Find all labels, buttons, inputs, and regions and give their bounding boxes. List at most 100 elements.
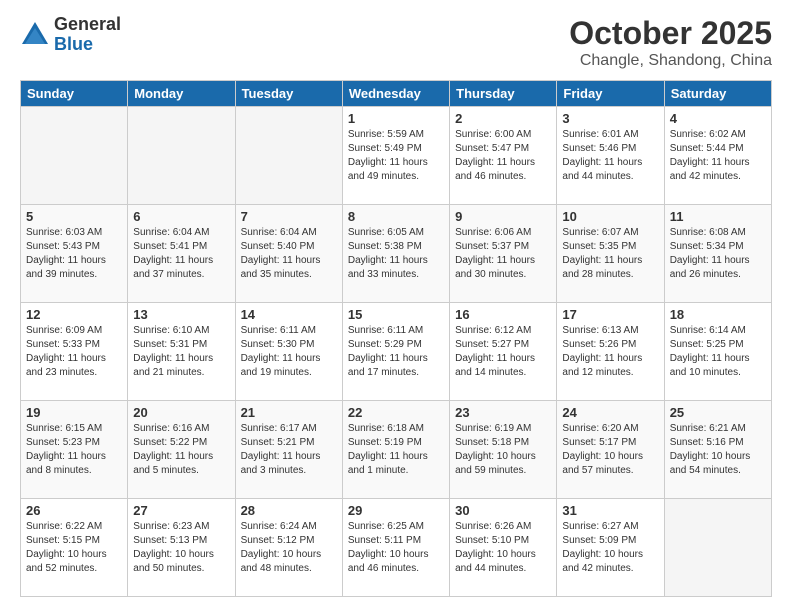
- logo: General Blue: [20, 15, 121, 55]
- calendar-day-cell: 20Sunrise: 6:16 AM Sunset: 5:22 PM Dayli…: [128, 401, 235, 499]
- day-number: 16: [455, 307, 551, 322]
- weekday-header-cell: Saturday: [664, 81, 771, 107]
- weekday-header-cell: Friday: [557, 81, 664, 107]
- day-number: 4: [670, 111, 766, 126]
- day-number: 25: [670, 405, 766, 420]
- page: General Blue October 2025 Changle, Shand…: [0, 0, 792, 612]
- day-info: Sunrise: 6:17 AM Sunset: 5:21 PM Dayligh…: [241, 422, 337, 478]
- weekday-header-cell: Monday: [128, 81, 235, 107]
- calendar-week-row: 26 Sunrise: 6:22 AM Sunset: 5:15 PM Dayli…: [21, 499, 772, 597]
- calendar-day-cell: 10Sunrise: 6:07 AM Sunset: 5:35 PM Dayli…: [557, 205, 664, 303]
- day-info: Sunrise: 6:06 AM Sunset: 5:37 PM Dayligh…: [455, 226, 551, 282]
- day-info: Sunrise: 6:22 AM Sunset: 5:15 PM Dayligh…: [26, 520, 122, 576]
- day-number: 9: [455, 209, 551, 224]
- day-number: 12: [26, 307, 122, 322]
- calendar-day-cell: 4 Sunrise: 6:02 AM Sunset: 5:44 PM Daylig…: [664, 107, 771, 205]
- weekday-header-cell: Sunday: [21, 81, 128, 107]
- day-info: Sunrise: 6:19 AM Sunset: 5:18 PM Dayligh…: [455, 422, 551, 478]
- day-number: 18: [670, 307, 766, 322]
- calendar-day-cell: [128, 107, 235, 205]
- day-info: Sunrise: 6:23 AM Sunset: 5:13 PM Dayligh…: [133, 520, 229, 576]
- calendar-day-cell: 27 Sunrise: 6:23 AM Sunset: 5:13 PM Dayli…: [128, 499, 235, 597]
- day-info: Sunrise: 6:18 AM Sunset: 5:19 PM Dayligh…: [348, 422, 444, 478]
- calendar-day-cell: 7 Sunrise: 6:04 AM Sunset: 5:40 PM Daylig…: [235, 205, 342, 303]
- calendar-week-row: 1 Sunrise: 5:59 AM Sunset: 5:49 PM Daylig…: [21, 107, 772, 205]
- day-info: Sunrise: 6:27 AM Sunset: 5:09 PM Dayligh…: [562, 520, 658, 576]
- day-info: Sunrise: 6:03 AM Sunset: 5:43 PM Dayligh…: [26, 226, 122, 282]
- title-block: October 2025 Changle, Shandong, China: [569, 15, 772, 70]
- day-number: 24: [562, 405, 658, 420]
- calendar-day-cell: [21, 107, 128, 205]
- day-number: 2: [455, 111, 551, 126]
- day-info: Sunrise: 5:59 AM Sunset: 5:49 PM Dayligh…: [348, 128, 444, 184]
- calendar-day-cell: 24 Sunrise: 6:20 AM Sunset: 5:17 PM Dayli…: [557, 401, 664, 499]
- calendar-day-cell: 25 Sunrise: 6:21 AM Sunset: 5:16 PM Dayli…: [664, 401, 771, 499]
- day-number: 7: [241, 209, 337, 224]
- logo-general: General: [54, 15, 121, 35]
- day-number: 11: [670, 209, 766, 224]
- calendar-week-row: 5Sunrise: 6:03 AM Sunset: 5:43 PM Daylig…: [21, 205, 772, 303]
- day-number: 22: [348, 405, 444, 420]
- day-info: Sunrise: 6:00 AM Sunset: 5:47 PM Dayligh…: [455, 128, 551, 184]
- calendar-table: SundayMondayTuesdayWednesdayThursdayFrid…: [20, 80, 772, 597]
- day-info: Sunrise: 6:09 AM Sunset: 5:33 PM Dayligh…: [26, 324, 122, 380]
- day-number: 1: [348, 111, 444, 126]
- day-info: Sunrise: 6:04 AM Sunset: 5:40 PM Dayligh…: [241, 226, 337, 282]
- day-info: Sunrise: 6:01 AM Sunset: 5:46 PM Dayligh…: [562, 128, 658, 184]
- day-info: Sunrise: 6:12 AM Sunset: 5:27 PM Dayligh…: [455, 324, 551, 380]
- month-title: October 2025: [569, 15, 772, 52]
- calendar-day-cell: 11 Sunrise: 6:08 AM Sunset: 5:34 PM Dayli…: [664, 205, 771, 303]
- calendar-day-cell: 12 Sunrise: 6:09 AM Sunset: 5:33 PM Dayli…: [21, 303, 128, 401]
- day-number: 17: [562, 307, 658, 322]
- day-info: Sunrise: 6:08 AM Sunset: 5:34 PM Dayligh…: [670, 226, 766, 282]
- day-info: Sunrise: 6:11 AM Sunset: 5:30 PM Dayligh…: [241, 324, 337, 380]
- day-info: Sunrise: 6:02 AM Sunset: 5:44 PM Dayligh…: [670, 128, 766, 184]
- calendar-week-row: 19Sunrise: 6:15 AM Sunset: 5:23 PM Dayli…: [21, 401, 772, 499]
- calendar-body: 1 Sunrise: 5:59 AM Sunset: 5:49 PM Daylig…: [21, 107, 772, 597]
- day-number: 31: [562, 503, 658, 518]
- day-number: 13: [133, 307, 229, 322]
- calendar-day-cell: 21Sunrise: 6:17 AM Sunset: 5:21 PM Dayli…: [235, 401, 342, 499]
- day-info: Sunrise: 6:26 AM Sunset: 5:10 PM Dayligh…: [455, 520, 551, 576]
- day-info: Sunrise: 6:20 AM Sunset: 5:17 PM Dayligh…: [562, 422, 658, 478]
- day-number: 10: [562, 209, 658, 224]
- logo-blue: Blue: [54, 35, 121, 55]
- calendar-day-cell: 30Sunrise: 6:26 AM Sunset: 5:10 PM Dayli…: [450, 499, 557, 597]
- calendar-day-cell: 19Sunrise: 6:15 AM Sunset: 5:23 PM Dayli…: [21, 401, 128, 499]
- day-number: 26: [26, 503, 122, 518]
- day-info: Sunrise: 6:10 AM Sunset: 5:31 PM Dayligh…: [133, 324, 229, 380]
- weekday-header-row: SundayMondayTuesdayWednesdayThursdayFrid…: [21, 81, 772, 107]
- weekday-header-cell: Wednesday: [342, 81, 449, 107]
- day-number: 27: [133, 503, 229, 518]
- calendar-day-cell: 14 Sunrise: 6:11 AM Sunset: 5:30 PM Dayli…: [235, 303, 342, 401]
- day-number: 28: [241, 503, 337, 518]
- calendar-day-cell: 18 Sunrise: 6:14 AM Sunset: 5:25 PM Dayli…: [664, 303, 771, 401]
- calendar-day-cell: 23 Sunrise: 6:19 AM Sunset: 5:18 PM Dayli…: [450, 401, 557, 499]
- weekday-header-cell: Tuesday: [235, 81, 342, 107]
- calendar-day-cell: 16 Sunrise: 6:12 AM Sunset: 5:27 PM Dayli…: [450, 303, 557, 401]
- calendar-day-cell: 15Sunrise: 6:11 AM Sunset: 5:29 PM Dayli…: [342, 303, 449, 401]
- day-number: 6: [133, 209, 229, 224]
- day-number: 3: [562, 111, 658, 126]
- day-info: Sunrise: 6:21 AM Sunset: 5:16 PM Dayligh…: [670, 422, 766, 478]
- day-number: 14: [241, 307, 337, 322]
- day-number: 23: [455, 405, 551, 420]
- day-number: 20: [133, 405, 229, 420]
- calendar-day-cell: 5Sunrise: 6:03 AM Sunset: 5:43 PM Daylig…: [21, 205, 128, 303]
- day-info: Sunrise: 6:04 AM Sunset: 5:41 PM Dayligh…: [133, 226, 229, 282]
- day-number: 29: [348, 503, 444, 518]
- day-info: Sunrise: 6:11 AM Sunset: 5:29 PM Dayligh…: [348, 324, 444, 380]
- calendar-day-cell: 8 Sunrise: 6:05 AM Sunset: 5:38 PM Daylig…: [342, 205, 449, 303]
- location-title: Changle, Shandong, China: [569, 52, 772, 70]
- header: General Blue October 2025 Changle, Shand…: [20, 15, 772, 70]
- day-info: Sunrise: 6:25 AM Sunset: 5:11 PM Dayligh…: [348, 520, 444, 576]
- day-info: Sunrise: 6:05 AM Sunset: 5:38 PM Dayligh…: [348, 226, 444, 282]
- calendar-day-cell: 29 Sunrise: 6:25 AM Sunset: 5:11 PM Dayli…: [342, 499, 449, 597]
- calendar-week-row: 12 Sunrise: 6:09 AM Sunset: 5:33 PM Dayli…: [21, 303, 772, 401]
- calendar-day-cell: 9 Sunrise: 6:06 AM Sunset: 5:37 PM Daylig…: [450, 205, 557, 303]
- day-info: Sunrise: 6:13 AM Sunset: 5:26 PM Dayligh…: [562, 324, 658, 380]
- calendar-day-cell: 6 Sunrise: 6:04 AM Sunset: 5:41 PM Daylig…: [128, 205, 235, 303]
- day-info: Sunrise: 6:14 AM Sunset: 5:25 PM Dayligh…: [670, 324, 766, 380]
- calendar-day-cell: 28Sunrise: 6:24 AM Sunset: 5:12 PM Dayli…: [235, 499, 342, 597]
- day-number: 8: [348, 209, 444, 224]
